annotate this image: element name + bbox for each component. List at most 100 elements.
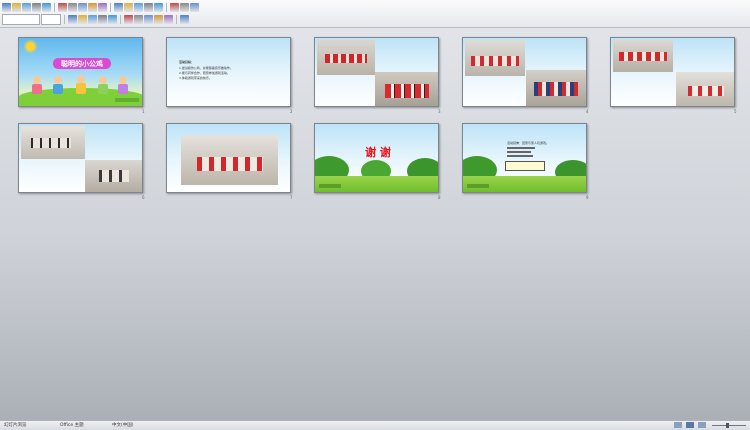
child-figure	[77, 75, 85, 83]
format-painter-icon[interactable]	[98, 2, 107, 12]
slide-number: 4	[586, 109, 589, 114]
cut-icon[interactable]	[68, 2, 77, 12]
children-group	[99, 170, 129, 182]
status-slide-position: 幻灯片浏览	[4, 423, 27, 428]
child-figure	[33, 76, 41, 84]
slide-text-line: 活动延伸：回家与家人玩游戏。	[507, 141, 550, 145]
new-icon[interactable]	[2, 2, 11, 12]
slide-thumbnail-1[interactable]: 聪明的小公鸡	[18, 37, 143, 107]
slide-thumbnail-8[interactable]: 谢 谢	[314, 123, 439, 193]
child-figure	[118, 84, 128, 94]
classroom-photo	[85, 160, 142, 192]
children-group	[688, 86, 724, 96]
slide-number: 8	[438, 195, 441, 200]
zoom-slider-thumb[interactable]	[726, 423, 729, 428]
numbering-icon[interactable]	[154, 14, 163, 24]
sun-icon	[26, 42, 35, 51]
bullets-icon[interactable]	[144, 14, 153, 24]
slide-sorter-view-icon[interactable]	[686, 422, 694, 428]
toolbar-separator	[64, 14, 65, 24]
align-right-icon[interactable]	[134, 14, 143, 24]
child-figure	[99, 76, 107, 84]
open-icon[interactable]	[12, 2, 21, 12]
children-group	[619, 52, 667, 61]
paste-icon[interactable]	[88, 2, 97, 12]
slide-thumbnail-2[interactable]: 活动目标： 1.尝试模仿公鸡，并能随着音乐做动作。 2.能与同伴合作，愿意参加游…	[166, 37, 291, 107]
slide-title: 谢 谢	[365, 146, 391, 159]
slide-title: 聪明的小公鸡	[61, 60, 103, 68]
children-group	[385, 84, 429, 98]
classroom-photo	[676, 72, 734, 106]
status-language: 中文(中国)	[112, 423, 134, 428]
slide-thumbnail-3[interactable]	[314, 37, 439, 107]
slide-number: 1	[142, 109, 145, 114]
shadow-icon[interactable]	[98, 14, 107, 24]
slideshow-view-icon[interactable]	[698, 422, 706, 428]
text-line-placeholder	[507, 147, 535, 149]
child-figure	[54, 76, 62, 84]
preview-icon[interactable]	[42, 2, 51, 12]
copy-icon[interactable]	[78, 2, 87, 12]
slide-number: 6	[142, 195, 145, 200]
slide-thumbnail-9[interactable]: 活动延伸：回家与家人玩游戏。	[462, 123, 587, 193]
font-size-combo[interactable]	[41, 13, 61, 25]
slide-thumbnail-5[interactable]	[610, 37, 735, 107]
bold-icon[interactable]	[68, 14, 77, 24]
footer-tag	[467, 184, 489, 188]
child-figure	[32, 84, 42, 94]
print-icon[interactable]	[32, 2, 41, 12]
slide-thumbnail-4[interactable]	[462, 37, 587, 107]
picture-icon[interactable]	[170, 2, 179, 12]
textbox-icon[interactable]	[154, 2, 163, 12]
children-group	[325, 54, 367, 63]
italic-icon[interactable]	[78, 14, 87, 24]
text-line-placeholder	[507, 151, 531, 153]
font-name-combo[interactable]	[2, 13, 40, 25]
toolbar-separator	[110, 2, 111, 12]
footer-tag	[319, 184, 341, 188]
classroom-photo	[181, 135, 278, 185]
help-icon[interactable]	[190, 2, 199, 12]
classroom-photo	[21, 126, 85, 159]
classroom-photo	[526, 70, 586, 106]
zoom-slider[interactable]	[712, 425, 746, 426]
normal-view-icon[interactable]	[674, 422, 682, 428]
children-group	[471, 56, 519, 66]
classroom-photo	[317, 40, 375, 75]
child-figure	[119, 76, 127, 84]
callout-box	[505, 161, 545, 171]
slide-number: 5	[734, 109, 737, 114]
slide-thumbnail-6[interactable]	[18, 123, 143, 193]
classroom-photo	[375, 72, 438, 106]
align-center-icon[interactable]	[124, 14, 133, 24]
save-icon[interactable]	[22, 2, 31, 12]
slide-text-line: 2.能与同伴合作，愿意参加游戏活动。	[179, 71, 230, 75]
chart-icon[interactable]	[144, 2, 153, 12]
zoom-icon[interactable]	[180, 2, 189, 12]
redo-icon[interactable]	[124, 2, 133, 12]
spell-icon[interactable]	[58, 2, 67, 12]
text-line-placeholder	[507, 155, 533, 157]
align-left-icon[interactable]	[108, 14, 117, 24]
child-figure	[76, 83, 86, 94]
toolbar-separator	[54, 2, 55, 12]
slide-text-line: 3.体验游戏带来的快乐。	[179, 76, 212, 80]
status-theme: Office 主题	[60, 423, 84, 428]
child-figure	[53, 84, 63, 94]
footer-tag	[115, 98, 139, 102]
children-group	[197, 157, 263, 171]
toolbar-separator	[120, 14, 121, 24]
toolbar-separator	[176, 14, 177, 24]
slide-thumbnail-7[interactable]	[166, 123, 291, 193]
slide-number: 7	[290, 195, 293, 200]
undo-icon[interactable]	[114, 2, 123, 12]
children-group	[31, 138, 71, 148]
table-icon[interactable]	[134, 2, 143, 12]
toolbar-separator	[166, 2, 167, 12]
indent-icon[interactable]	[164, 14, 173, 24]
font-color-icon[interactable]	[180, 14, 189, 24]
underline-icon[interactable]	[88, 14, 97, 24]
slide-text-line: 1.尝试模仿公鸡，并能随着音乐做动作。	[179, 66, 233, 70]
slide-number: 2	[290, 109, 293, 114]
children-group	[534, 82, 578, 96]
